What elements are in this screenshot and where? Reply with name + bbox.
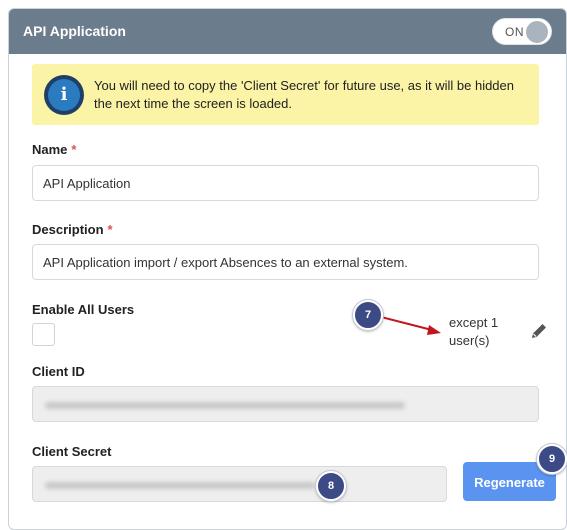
step-badge-7: 7 [353, 300, 383, 330]
annotation-arrow [380, 316, 441, 335]
step-badge-8: 8 [316, 471, 346, 501]
step-badge-9: 9 [537, 444, 567, 474]
